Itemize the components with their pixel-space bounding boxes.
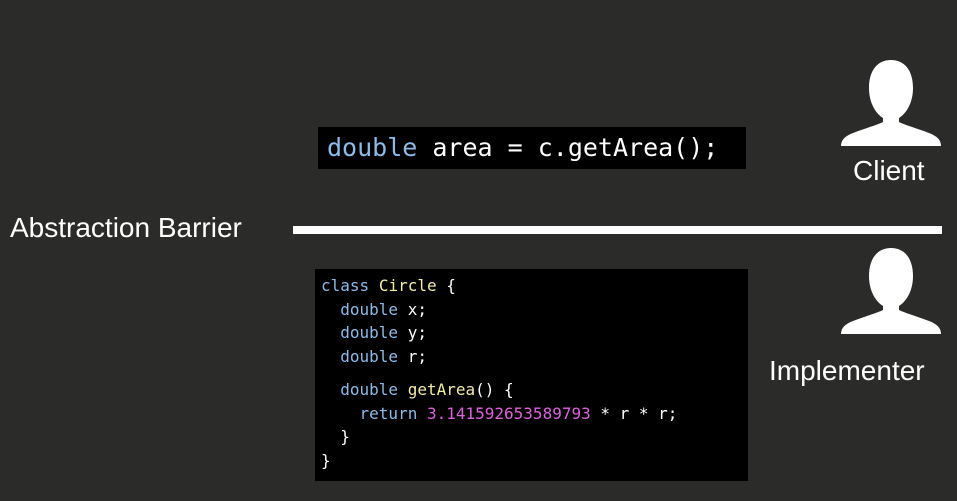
code-text: x; [398, 299, 427, 319]
abstraction-barrier-line [293, 226, 942, 234]
abstraction-barrier-label: Abstraction Barrier [10, 212, 242, 243]
code-line-close-method: } [321, 425, 748, 449]
code-keyword: double [340, 346, 399, 366]
code-text: area = c.getArea(); [417, 133, 719, 162]
implementer-label: Implementer [769, 355, 925, 386]
client-person-icon [841, 58, 941, 146]
code-text: r; [398, 346, 427, 366]
code-keyword: double [340, 323, 399, 342]
code-line-field-y: double y; [321, 321, 748, 345]
code-keyword: return [359, 403, 418, 423]
code-text: { [436, 276, 456, 295]
code-keyword: double [340, 299, 399, 319]
code-text: () { [475, 380, 514, 399]
code-number: 3.141592653589793 [426, 403, 591, 423]
code-text: } [340, 427, 350, 446]
code-text: * r * r; [590, 403, 678, 423]
code-line-field-x: double x; [321, 298, 748, 322]
implementer-code-block: class Circle { double x; double y; doubl… [315, 269, 748, 481]
client-code-block: double area = c.getArea(); [318, 127, 746, 169]
code-line-field-r: double r; [321, 345, 748, 369]
client-label: Client [853, 155, 925, 186]
code-keyword: double [340, 380, 399, 399]
code-text: y; [398, 323, 427, 342]
code-keyword: class [321, 276, 370, 295]
implementer-person-icon [841, 246, 941, 334]
code-line-method: double getArea() { [321, 378, 748, 402]
method-name: getArea [407, 380, 476, 399]
code-text: } [321, 450, 331, 470]
code-keyword: double [327, 133, 418, 162]
code-line-close-class: } [321, 449, 748, 473]
code-line-class: class Circle { [321, 274, 748, 298]
class-name: Circle [378, 276, 437, 295]
code-line-return: return 3.141592653589793 * r * r; [321, 402, 748, 426]
